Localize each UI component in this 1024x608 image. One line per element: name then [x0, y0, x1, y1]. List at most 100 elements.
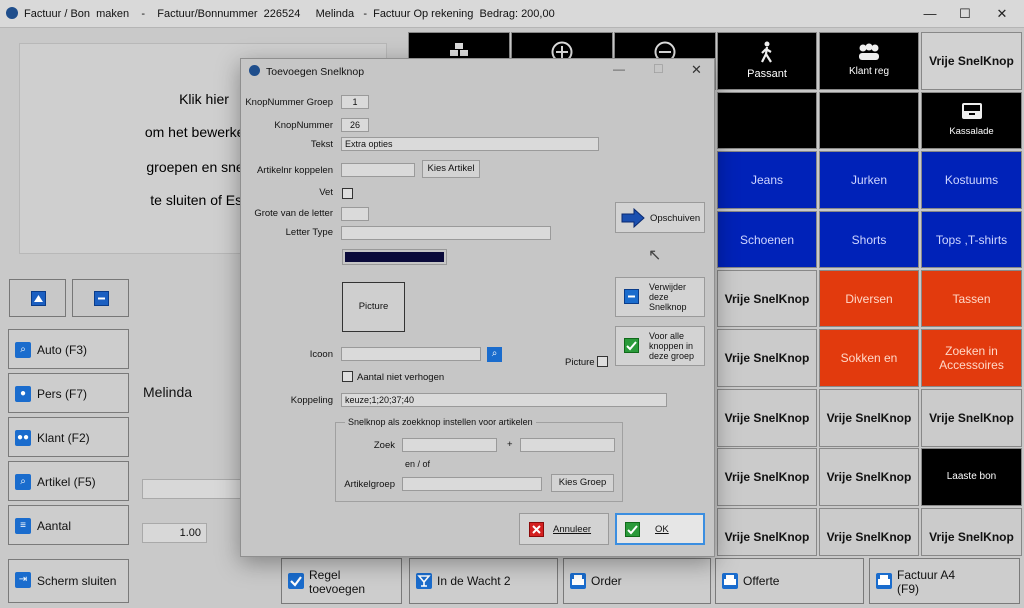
vrije-snelknop-label: Vrije SnelKnop	[929, 530, 1014, 544]
knopnummer-field[interactable]: 26	[341, 118, 369, 132]
quantity-field[interactable]: 1.00	[142, 523, 207, 543]
pers-button[interactable]: ● Pers (F7)	[8, 373, 129, 413]
walking-person-icon	[718, 41, 816, 68]
grid-klant-reg-button[interactable]: Klant reg	[819, 32, 919, 90]
verwijder-snelknop-button[interactable]: Verwijder deze Snelknop	[615, 277, 705, 317]
klant-label: Klant (F2)	[37, 431, 90, 445]
zoekknop-group-title: Snelknop als zoekknop instellen voor art…	[345, 417, 536, 427]
dialog-maximize-button[interactable]: ☐	[653, 62, 664, 76]
dialog-minimize-button[interactable]: —	[613, 62, 625, 76]
grid-schoenen-button[interactable]: Schoenen	[717, 211, 817, 268]
grid-vrije-snelknop-button[interactable]: Vrije SnelKnop	[921, 508, 1022, 556]
voor-alle-knoppen-button[interactable]: Voor alle knoppen in deze groep	[615, 326, 705, 366]
checkmark-icon	[625, 522, 640, 537]
tekst-input[interactable]: Extra opties	[341, 137, 599, 151]
aantal-niet-verhogen-checkbox[interactable]	[342, 371, 353, 382]
maximize-button[interactable]: ☐	[955, 4, 975, 24]
verwijder-label: Verwijder deze Snelknop	[649, 282, 687, 312]
vet-checkbox[interactable]	[342, 188, 353, 199]
klant-button[interactable]: ●● Klant (F2)	[8, 417, 129, 457]
artikelgroep-input[interactable]	[402, 477, 542, 491]
aantal-button[interactable]: ≡ Aantal	[8, 505, 129, 545]
offerte-button[interactable]: Offerte	[715, 558, 864, 604]
jeans-label: Jeans	[750, 173, 784, 187]
checkmark-icon	[624, 338, 639, 353]
grid-vrije-snelknop-button[interactable]: Vrije SnelKnop	[819, 508, 919, 556]
grid-jeans-button[interactable]: Jeans	[717, 151, 817, 209]
artikel-button[interactable]: ⌕ Artikel (F5)	[8, 461, 129, 501]
grid-vrije-snelknop-button[interactable]: Vrije SnelKnop	[819, 389, 919, 447]
auto-label: Auto (F3)	[37, 343, 88, 357]
picture-box[interactable]: Picture	[342, 282, 405, 332]
grid-diversen-button[interactable]: Diversen	[819, 270, 919, 327]
grid-vrije-snelknop-button[interactable]: Vrije SnelKnop	[921, 389, 1022, 447]
knopnummer-groep-label: KnopNummer Groep	[245, 97, 333, 108]
grid-vrije-snelknop-button[interactable]: Vrije SnelKnop	[717, 389, 817, 447]
grid-sokken-button[interactable]: Sokken en Panty's	[819, 329, 919, 387]
grid-passant-button[interactable]: Passant	[717, 32, 817, 90]
icoon-input[interactable]	[341, 347, 481, 361]
factuur-a4-button[interactable]: Factuur A4 (F9)	[869, 558, 1020, 604]
grid-empty-button-2[interactable]	[819, 92, 919, 149]
grid-kassalade-button[interactable]: Kassalade	[921, 92, 1022, 149]
zoek-input-1[interactable]	[402, 438, 497, 452]
letter-type-input[interactable]	[341, 226, 551, 240]
window-title: Factuur / Bon maken - Factuur/Bonnummer …	[24, 8, 555, 20]
letter-type-label: Letter Type	[285, 227, 333, 238]
minus-button[interactable]	[72, 279, 129, 317]
vrije-snelknop-label: Vrije SnelKnop	[826, 411, 912, 425]
grid-shorts-button[interactable]: Shorts	[819, 211, 919, 268]
grid-vrije-snelknop-button[interactable]: Vrije SnelKnop	[717, 329, 817, 387]
app-icon	[6, 7, 18, 19]
grid-kostuums-button[interactable]: Kostuums	[921, 151, 1022, 209]
grid-zoeken-button[interactable]: Zoeken in Accessoires	[921, 329, 1022, 387]
grid-vrije-snelknop-button[interactable]: Vrije SnelKnop	[717, 270, 817, 327]
grote-letter-input[interactable]	[341, 207, 369, 221]
cancel-x-icon	[529, 522, 544, 537]
passant-label: Passant	[747, 68, 787, 80]
grid-vrije-snelknop-button[interactable]: Vrije SnelKnop	[717, 448, 817, 506]
grid-empty-button-1[interactable]	[717, 92, 817, 149]
order-button[interactable]: Order	[563, 558, 711, 604]
people-icon	[820, 43, 918, 64]
vrije-snelknop-label: Vrije SnelKnop	[724, 530, 810, 544]
grid-laaste-bon-button[interactable]: Laaste bon	[921, 448, 1022, 506]
grid-jurken-button[interactable]: Jurken	[819, 151, 919, 209]
opschuiven-button[interactable]: Opschuiven	[615, 202, 705, 233]
aantal-niet-verhogen-label: Aantal niet verhogen	[357, 372, 445, 383]
grid-tassen-button[interactable]: Tassen	[921, 270, 1022, 327]
koppeling-input[interactable]: keuze;1;20;37;40	[341, 393, 667, 407]
zoek-input-2[interactable]	[520, 438, 615, 452]
tassen-label: Tassen	[952, 292, 991, 306]
annuleer-button[interactable]: Annuleer	[519, 513, 609, 545]
ok-button[interactable]: OK	[615, 513, 705, 545]
color-picker[interactable]	[342, 249, 447, 265]
artikel-label: Artikel (F5)	[37, 475, 96, 489]
tekst-label: Tekst	[310, 139, 333, 150]
grid-vrije-snelknop-button[interactable]: Vrije SnelKnop	[819, 448, 919, 506]
close-button[interactable]: ✕	[992, 4, 1012, 24]
in-de-wacht-button[interactable]: In de Wacht 2	[409, 558, 558, 604]
icoon-search-icon[interactable]: ⌕	[487, 347, 502, 362]
grid-tops-button[interactable]: Tops ,T-shirts	[921, 211, 1022, 268]
regel-toevoegen-button[interactable]: Regel toevoegen	[281, 558, 402, 604]
grid-vrije-snelknop-button[interactable]: Vrije SnelKnop	[717, 508, 817, 556]
exit-icon: ⇥	[15, 572, 31, 588]
scherm-sluiten-button[interactable]: ⇥ Scherm sluiten	[8, 559, 129, 603]
auto-button[interactable]: ⌕ Auto (F3)	[8, 329, 129, 369]
artikelnr-input[interactable]	[341, 163, 415, 177]
picture-checkbox[interactable]	[597, 356, 608, 367]
customer-name: Melinda	[143, 384, 193, 400]
checkmark-icon	[288, 573, 304, 589]
dialog-close-button[interactable]: ✕	[691, 62, 702, 78]
kies-groep-button[interactable]: Kies Groep	[551, 474, 614, 492]
up-button[interactable]	[9, 279, 66, 317]
vrije-snelknop-label: Vrije SnelKnop	[929, 54, 1014, 68]
grid-vrije-snelknop-button[interactable]: Vrije SnelKnop	[921, 32, 1022, 90]
minimize-button[interactable]: —	[920, 4, 940, 24]
vrije-snelknop-label: Vrije SnelKnop	[724, 351, 810, 365]
kies-artikel-button[interactable]: Kies Artikel	[422, 160, 480, 178]
vrije-snelknop-label: Vrije SnelKnop	[724, 470, 810, 484]
knopnummer-groep-field[interactable]: 1	[341, 95, 369, 109]
article-input[interactable]	[142, 479, 242, 499]
